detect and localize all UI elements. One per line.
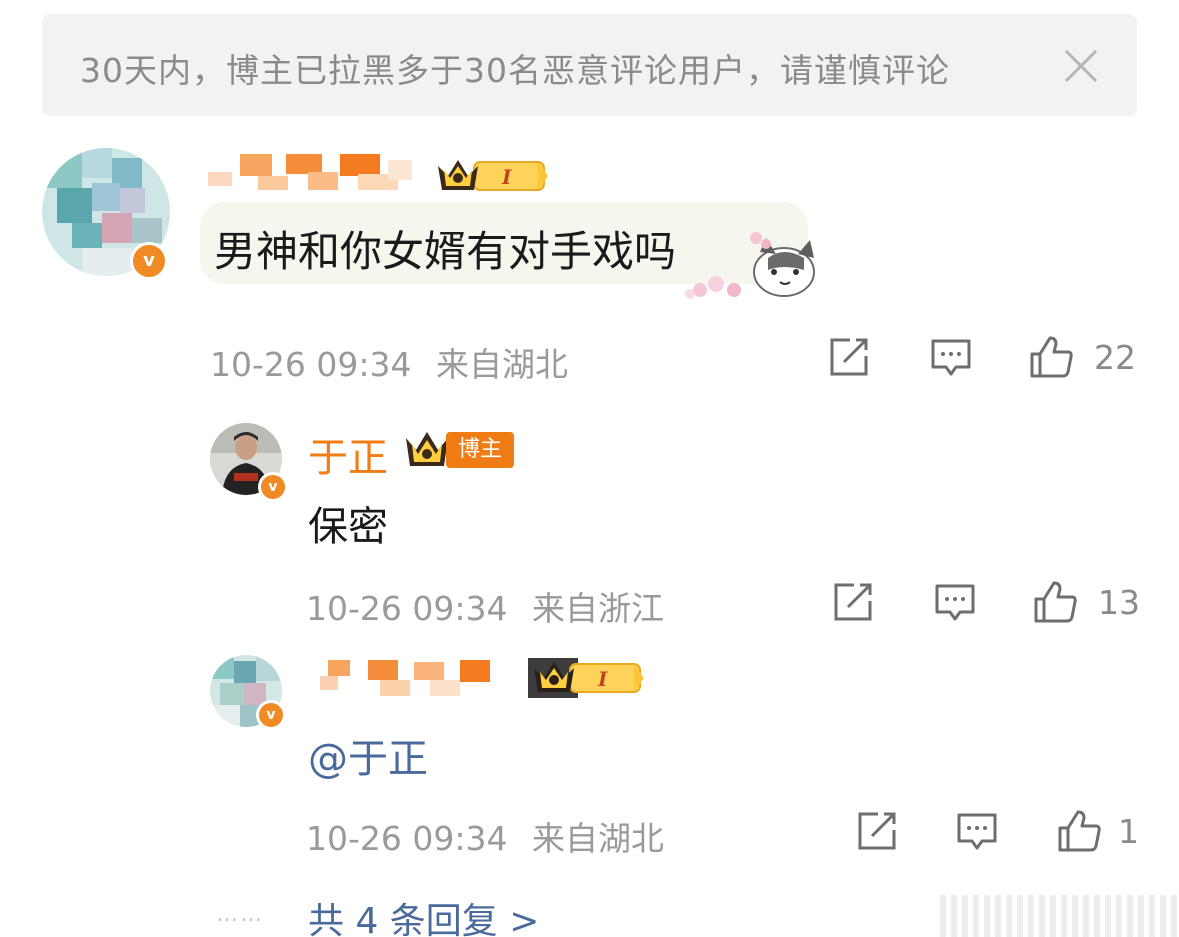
reply-text: @于正 [308,726,428,784]
timestamp: 10-26 09:34 [306,589,508,628]
notice-text: 30天内，博主已拉黑多于30名恶意评论用户，请谨慎评论 [80,51,950,90]
dots-divider: …… [216,902,264,927]
share-icon[interactable] [832,581,874,623]
like-icon[interactable] [1032,579,1080,625]
comment-meta: 10-26 09:34 来自湖北 [210,338,568,386]
username-redacted [320,660,490,696]
like-count: 22 [1094,338,1136,377]
vip-crown-icon [406,432,448,466]
more-replies-link[interactable]: 共 4 条回复 > [308,892,539,937]
blogger-badge: 博主 [446,432,514,468]
username[interactable]: 于正 [308,425,388,483]
share-icon[interactable] [828,336,870,378]
close-icon[interactable] [1062,47,1100,85]
svg-text:I: I [501,165,512,189]
reply-meta: 10-26 09:34 来自湖北 [306,812,664,860]
svg-text:I: I [597,667,608,691]
comment-icon[interactable] [934,583,976,623]
vip-crown-icon: I [438,160,548,191]
comment-icon[interactable] [956,812,998,852]
notice-bar: 30天内，博主已拉黑多于30名恶意评论用户，请谨慎评论 [42,14,1137,116]
verified-badge: v [258,472,288,502]
location: 来自浙江 [531,589,664,628]
verified-badge: v [130,242,168,280]
mention-link[interactable]: @于正 [308,736,428,782]
timestamp: 10-26 09:34 [306,819,508,858]
like-count: 1 [1118,812,1139,851]
reply-text: 保密 [308,504,388,550]
timestamp: 10-26 09:34 [210,345,412,384]
comment-icon[interactable] [930,338,972,378]
location: 来自湖北 [531,819,664,858]
watermark-strip [940,895,1179,937]
verified-badge: v [256,700,286,730]
vip-crown-icon: I [528,658,644,698]
location: 来自湖北 [435,345,568,384]
reply-meta: 10-26 09:34 来自浙江 [306,582,664,630]
like-count: 13 [1098,583,1140,622]
username-redacted [208,154,412,190]
like-icon[interactable] [1028,334,1076,380]
share-icon[interactable] [856,810,898,852]
like-icon[interactable] [1056,808,1104,854]
comment-text: 男神和你女婿有对手戏吗 [214,227,677,276]
